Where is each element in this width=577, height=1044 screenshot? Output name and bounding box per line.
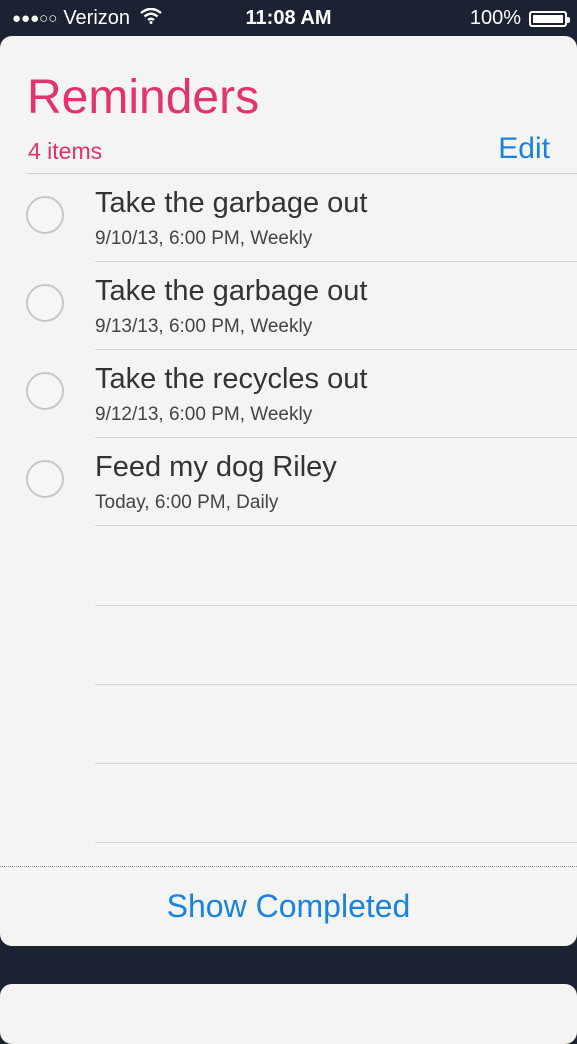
status-bar: ●●●○○ Verizon 11:08 AM 100% [0,0,577,36]
complete-checkbox-icon[interactable] [26,460,64,498]
reminder-due: 9/10/13, 6:00 PM, Weekly [95,228,313,249]
item-count: 4 items [28,138,103,164]
reminder-title[interactable]: Take the garbage out [95,187,367,220]
reminder-due: 9/13/13, 6:00 PM, Weekly [95,316,313,337]
reminder-item[interactable]: Feed my dog Riley Today, 6:00 PM, Daily [0,438,577,526]
battery-nub [567,16,570,23]
battery-fill [533,14,563,23]
battery-icon [529,10,570,27]
row-divider [95,525,577,526]
edit-button[interactable]: Edit [498,132,550,166]
battery-percentage: 100% [469,7,521,29]
empty-row-line[interactable] [95,842,577,843]
show-completed-button[interactable]: Show Completed [0,888,577,925]
reminder-item[interactable]: Take the garbage out 9/13/13, 6:00 PM, W… [0,262,577,350]
next-list-card[interactable] [0,984,577,1044]
empty-row-line[interactable] [95,605,577,606]
reminder-due: Today, 6:00 PM, Daily [95,492,279,513]
reminder-title[interactable]: Feed my dog Riley [95,451,337,484]
complete-checkbox-icon[interactable] [26,284,64,322]
empty-row-line[interactable] [95,763,577,764]
reminder-item[interactable]: Take the recycles out 9/12/13, 6:00 PM, … [0,350,577,438]
complete-checkbox-icon[interactable] [26,372,64,410]
footer-divider [0,866,577,867]
status-right: 100% [469,7,570,30]
reminder-due: 9/12/13, 6:00 PM, Weekly [95,404,313,425]
list-title: Reminders [27,71,260,124]
reminder-item[interactable]: Take the garbage out 9/10/13, 6:00 PM, W… [0,174,577,262]
reminder-title[interactable]: Take the garbage out [95,275,367,308]
reminder-title[interactable]: Take the recycles out [95,363,367,396]
empty-row-line[interactable] [95,684,577,685]
complete-checkbox-icon[interactable] [26,196,64,234]
reminders-card: Reminders 4 items Edit Take the garbage … [0,36,577,946]
